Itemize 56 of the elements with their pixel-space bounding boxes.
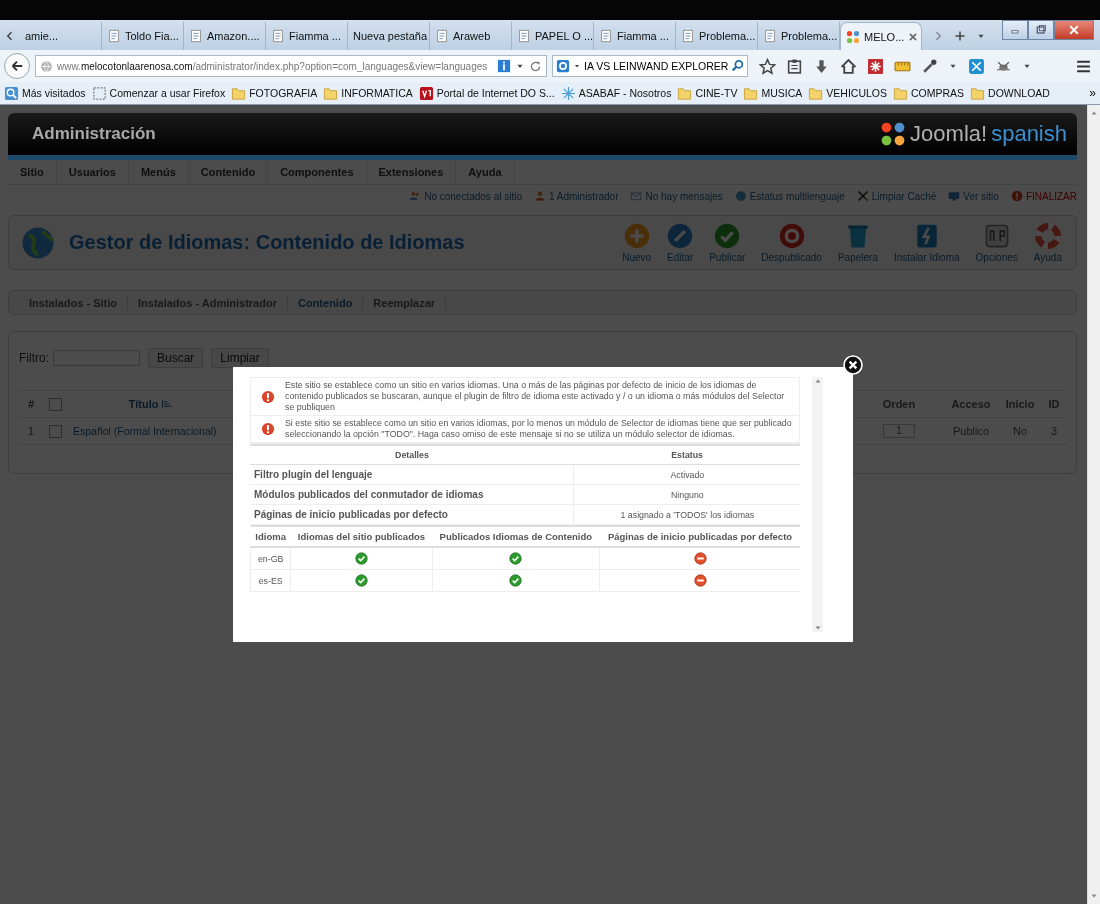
bookmark-link[interactable]: CINE-TV [695,87,738,99]
bookmark-link[interactable]: MUSICA [761,87,803,99]
detail-label: Filtro plugin del lenguaje [250,464,574,485]
bookmark-link[interactable]: Comenzar a usar Firefox [109,87,226,99]
column-header: Idiomas del sitio publicados [290,526,432,547]
detail-label: Páginas de inicio publicadas por defecto [250,504,574,525]
tab-label: Fiamma ... [617,30,669,42]
tab-label: Nueva pestaña [353,30,427,42]
status-link[interactable]: FINALIZAR [1025,190,1077,202]
status-link[interactable]: No hay mensajes [645,190,723,202]
detail-value: Ninguno [573,484,801,505]
browser-tab[interactable]: MELO... [840,22,922,50]
language-code: en-GB [250,547,291,570]
bookmark-link[interactable]: COMPRAS [911,87,965,99]
detail-value: 1 asignado a 'TODOS' los idiomas [573,504,801,525]
filter-label: Filtro: [19,351,49,365]
status-link[interactable]: Ver sitio [963,190,999,202]
warning-text: Este sitio se establece como un sitio en varios idiomas. Una o más de las páginas por defecto de inicio de los idiomas de contenido publicados se buscaran, aunque el plugin de filtro de idioma este activado y / o un idioma o más módulos del Selector se publiquen [285,380,786,413]
column-header[interactable]: Título [128,398,159,410]
address-field[interactable]: www.melocotonlaarenosa.com/administrator/index.php?option=com_languages&view=languages [35,55,547,77]
language-code: es-ES [250,569,291,592]
tab-label: Araweb [453,30,491,42]
tab-label: Amazon.... [207,30,260,42]
more-bookmarks-button[interactable]: » [1089,86,1096,100]
logo-text: spanish [991,121,1067,147]
bookmark-link[interactable]: FOTOGRAFIA [249,87,318,99]
tab-label: Toldo Fia... [125,30,179,42]
bookmark-link[interactable]: DOWNLOAD [988,87,1050,99]
tab-label: Problema... [781,30,838,42]
page-title: Gestor de Idiomas: Contenido de Idiomas [69,231,466,254]
bookmark-link[interactable]: VEHICULOS [826,87,887,99]
column-header: Publicados Idiomas de Contenido [432,526,600,547]
bookmark-link[interactable]: Portal de Internet DO S... [436,87,555,99]
logo-text: Joomla! [910,121,988,147]
bookmark-link[interactable]: Más visitados [22,87,86,99]
status-link[interactable]: 1 Administrador [549,190,619,202]
status-link[interactable]: Estatus multilenguaje [749,190,845,202]
column-header: Idioma [250,526,291,547]
detail-value: Activado [573,464,801,485]
tab-label: MELO... [864,30,905,43]
language-link[interactable]: Español (Formal Internacional) [73,425,217,437]
warning-text: Si este sitio se establece como un sitio en varios idiomas, por lo menos un módulo de Selector de idiomas tiene que ser publicado seleccionando la opción "TODO". Haga caso omiso de este mensaje si no se utiliza un módulo selector de idiomas. [285,418,793,440]
status-link[interactable]: Limpiar Caché [871,190,937,202]
tab-label: amie... [25,30,58,42]
column-header: Páginas de inicio publicadas por defecto [599,526,801,547]
tab-label: Problema... [699,30,756,42]
status-link[interactable]: No conectados al sitio [424,190,522,202]
search-field[interactable]: IA VS LEINWAND EXPLORER [552,55,748,77]
column-header: Detalles [250,445,574,465]
bookmark-link[interactable]: INFORMATICA [341,87,413,99]
bookmark-link[interactable]: ASABAF - Nosotros [578,87,672,99]
tab-label: Fiamma ... [289,30,341,42]
tab-label: PAPEL O ... [535,30,593,42]
column-header: Estatus [573,445,801,465]
admin-title: Administración [32,124,156,144]
detail-label: Módulos publicados del conmutador de idiomas [250,484,574,505]
